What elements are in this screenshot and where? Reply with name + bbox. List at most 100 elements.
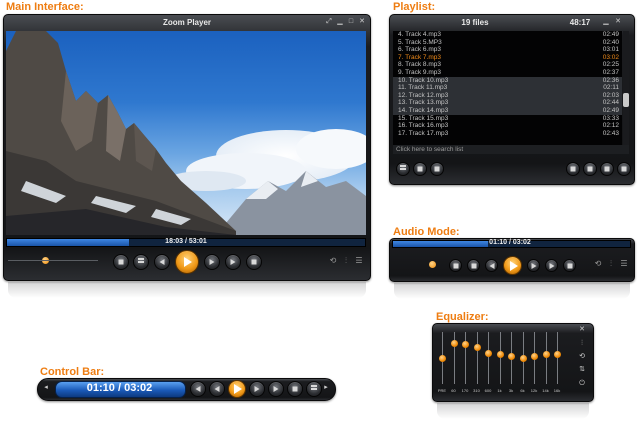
playlist-row[interactable]: 9. Track 9.mp3 02:37	[393, 69, 622, 77]
audio-frame-step-button[interactable]	[563, 259, 576, 272]
audio-next-button[interactable]	[545, 259, 558, 272]
playlist-scrollbar[interactable]	[623, 31, 629, 145]
equalizer-close-icon[interactable]: ✕	[578, 326, 586, 334]
equalizer-preset-icon[interactable]: ⫶	[578, 340, 586, 348]
playlist-row[interactable]: 16. Track 16.mp3 02:12	[393, 122, 622, 130]
playlist-row[interactable]: 6. Track 6.mp3 03:01	[393, 46, 622, 54]
playlist-row[interactable]: 10. Track 10.mp3 02:36	[393, 76, 622, 85]
eq-slider-knob[interactable]	[508, 353, 515, 361]
video-area[interactable]	[6, 31, 366, 235]
cb-eject-button[interactable]	[306, 381, 322, 397]
audio-repeat-icon[interactable]: ⟲	[594, 260, 602, 268]
eq-slider-track[interactable]	[499, 332, 501, 384]
volume-track[interactable]	[8, 260, 98, 261]
playlist-clear-button[interactable]	[600, 162, 614, 176]
repeat-icon[interactable]: ⟲	[329, 257, 337, 265]
play-button[interactable]	[175, 250, 199, 274]
next-button[interactable]	[225, 254, 241, 270]
eq-slider-track[interactable]	[476, 332, 478, 384]
eq-slider-knob[interactable]	[450, 339, 458, 347]
eq-slider-knob[interactable]	[496, 350, 504, 358]
audio-eject-button[interactable]	[467, 259, 480, 272]
playlist-remove-button[interactable]	[413, 162, 427, 176]
eq-slider-knob[interactable]	[554, 351, 561, 359]
playlist-sort-button[interactable]	[430, 162, 444, 176]
eq-slider-track[interactable]	[545, 332, 547, 384]
equalizer-sliders[interactable]: PRE 60 170 310 600 1k 3k 6k 12k 14k 16k	[436, 326, 570, 396]
playlist-row[interactable]: 7. Track 7.mp3 03:02	[393, 54, 622, 62]
playlist-row[interactable]: 5. Track 5.MP3 02:40	[393, 39, 622, 47]
minimize-icon[interactable]: ▁	[336, 18, 344, 26]
track-name: 15. Track 15.mp3	[398, 114, 449, 122]
playlist-row[interactable]: 17. Track 17.mp3 02:43	[393, 130, 622, 138]
eq-slider-knob[interactable]	[439, 355, 446, 362]
eq-slider-track[interactable]	[488, 332, 489, 384]
audio-fast-forward-button[interactable]	[527, 259, 540, 272]
equalizer-icon[interactable]: ⫶	[342, 257, 350, 265]
track-duration: 02:49	[602, 31, 619, 38]
playlist-add-button[interactable]	[396, 162, 410, 176]
control-bar-collapse-icon[interactable]: ◂	[42, 384, 50, 392]
playlist-icon[interactable]: ☰	[355, 257, 363, 265]
playlist-search-field[interactable]: Click here to search list	[393, 145, 629, 154]
track-duration: 02:11	[603, 84, 619, 92]
previous-button[interactable]	[154, 254, 170, 270]
minimize-icon[interactable]: ▁	[602, 18, 610, 26]
eq-slider-knob[interactable]	[531, 353, 538, 361]
control-bar-expand-icon[interactable]: ▸	[322, 384, 330, 392]
playlist-row[interactable]: 4. Track 4.mp3 02:49	[393, 31, 622, 39]
eq-slider-knob[interactable]	[485, 349, 492, 357]
eq-slider-knob[interactable]	[473, 344, 481, 352]
audio-stop-button[interactable]	[449, 259, 462, 272]
track-duration: 02:43	[602, 129, 619, 137]
audio-volume-knob[interactable]	[429, 261, 436, 268]
track-duration: 02:03	[602, 91, 619, 99]
cb-play-button[interactable]	[228, 380, 246, 398]
scrollbar-thumb[interactable]	[623, 93, 629, 107]
equalizer-reset-icon[interactable]: ⟲	[578, 353, 586, 361]
equalizer-link-icon[interactable]: ⇅	[578, 366, 586, 374]
eq-slider-knob[interactable]	[542, 350, 550, 358]
frame-step-button[interactable]	[246, 254, 262, 270]
audio-play-button[interactable]	[503, 256, 522, 275]
playlist-save-button[interactable]	[566, 162, 580, 176]
track-duration: 02:37	[602, 68, 619, 76]
playback-time: 18:03 / 53:01	[165, 238, 207, 245]
audio-playlist-icon[interactable]: ☰	[620, 260, 628, 268]
stop-button[interactable]	[113, 254, 129, 270]
playlist-row[interactable]: 11. Track 11.mp3 02:11	[393, 84, 622, 92]
audio-equalizer-icon[interactable]: ⫶	[607, 260, 615, 268]
eq-slider-knob[interactable]	[519, 355, 527, 362]
equalizer-power-icon[interactable]: ⏻	[578, 380, 586, 388]
maximize-icon[interactable]: □	[347, 18, 355, 26]
playlist-row[interactable]: 14. Track 14.mp3 02:49	[393, 106, 622, 115]
playlist-load-button[interactable]	[583, 162, 597, 176]
playlist-options-button[interactable]	[617, 162, 631, 176]
playlist-list[interactable]: 4. Track 4.mp3 02:49 5. Track 5.MP3 02:40 6.…	[393, 31, 622, 154]
cb-rewind-button[interactable]	[190, 381, 206, 397]
cb-stop-button[interactable]	[287, 381, 303, 397]
track-name: 8. Track 8.mp3	[398, 61, 441, 69]
cb-fast-forward-button[interactable]	[249, 381, 265, 397]
playlist-row[interactable]: 12. Track 12.mp3 02:03	[393, 91, 622, 100]
track-name: 7. Track 7.mp3	[398, 53, 441, 61]
cb-next-button[interactable]	[268, 381, 284, 397]
equalizer-label: Equalizer:	[436, 311, 489, 323]
audio-previous-button[interactable]	[485, 259, 498, 272]
close-icon[interactable]: ✕	[358, 18, 366, 26]
close-icon[interactable]: ✕	[614, 18, 622, 26]
cb-previous-button[interactable]	[209, 381, 225, 397]
playlist-row[interactable]: 13. Track 13.mp3 02:44	[393, 99, 622, 107]
track-duration: 02:44	[602, 99, 619, 107]
fullscreen-icon[interactable]: ⤢	[325, 18, 333, 26]
fast-forward-button[interactable]	[204, 254, 220, 270]
track-name: 4. Track 4.mp3	[398, 31, 441, 38]
playlist-row[interactable]: 15. Track 15.mp3 03:33	[393, 115, 622, 123]
eq-slider-track[interactable]	[465, 332, 466, 384]
eq-slider-knob[interactable]	[462, 340, 469, 348]
track-name: 5. Track 5.MP3	[398, 38, 442, 46]
track-duration: 02:40	[602, 38, 619, 46]
playlist-row[interactable]: 8. Track 8.mp3 02:25	[393, 61, 622, 69]
eq-band-label: 16k	[553, 388, 561, 393]
eject-button[interactable]	[133, 254, 149, 270]
